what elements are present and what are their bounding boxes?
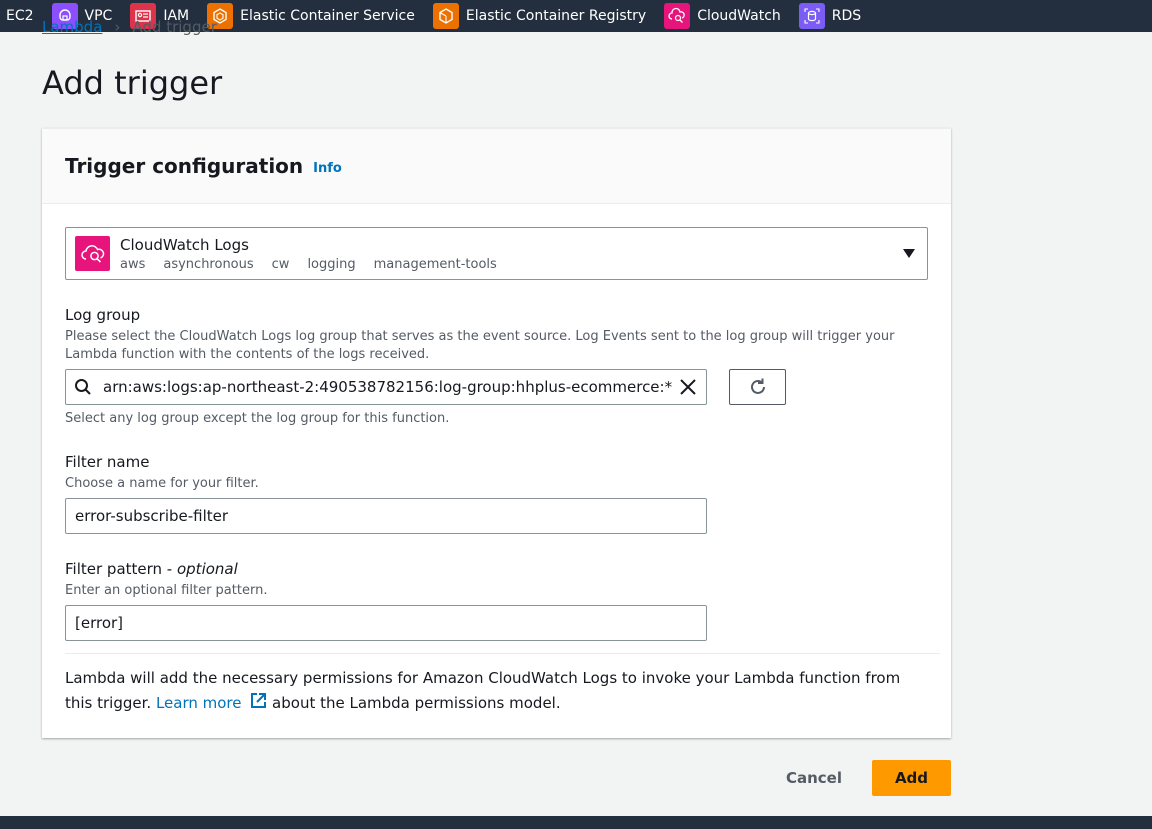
source-tag: asynchronous [163, 257, 254, 272]
favorite-label: EC2 [6, 8, 34, 24]
page-title: Add trigger [42, 64, 223, 102]
filter-name-value: error-subscribe-filter [75, 507, 229, 525]
breadcrumb: Lambda › Add trigger [42, 18, 217, 38]
log-group-description: Please select the CloudWatch Logs log gr… [65, 329, 895, 362]
source-tag: aws [120, 257, 146, 272]
trigger-source-select[interactable]: CloudWatch Logs aws asynchronous cw logg… [65, 227, 928, 280]
panel-header: Trigger configuration Info [42, 129, 951, 204]
filter-pattern-value: [error] [75, 614, 124, 632]
external-link-icon [251, 693, 267, 708]
rds-icon [798, 3, 825, 29]
log-group-hint: Select any log group except the log grou… [65, 411, 450, 426]
panel-title: Trigger configuration [65, 154, 304, 178]
log-group-label: Log group [65, 306, 141, 324]
breadcrumb-lambda-link[interactable]: Lambda [42, 18, 102, 38]
filter-pattern-input[interactable]: [error] [65, 605, 707, 641]
favorite-label: CloudWatch [697, 8, 781, 24]
favorite-ecs[interactable]: Elastic Container Service [207, 0, 415, 32]
favorite-cloudwatch[interactable]: CloudWatch [664, 0, 781, 32]
cloudwatch-icon [664, 3, 691, 29]
favorite-ecr[interactable]: Elastic Container Registry [432, 0, 647, 32]
caret-down-icon [903, 249, 915, 258]
breadcrumb-current: Add trigger [132, 18, 217, 36]
filter-name-label: Filter name [65, 453, 150, 471]
source-tag: cw [271, 257, 290, 272]
permissions-notice: Lambda will add the necessary permission… [65, 669, 901, 712]
clear-icon[interactable] [679, 378, 697, 396]
ecr-icon [432, 3, 459, 29]
source-details: CloudWatch Logs aws asynchronous cw logg… [120, 235, 497, 272]
trigger-configuration-panel: Trigger configuration Info CloudWatch Lo… [42, 128, 951, 738]
filter-name-description: Choose a name for your filter. [65, 476, 259, 491]
favorite-label: Elastic Container Service [240, 8, 415, 24]
favorite-label: Elastic Container Registry [465, 8, 647, 24]
chevron-right-icon: › [114, 18, 121, 36]
favorite-rds[interactable]: RDS [798, 0, 862, 32]
source-name: CloudWatch Logs [120, 236, 249, 254]
favorite-ec2[interactable]: EC2 [6, 0, 34, 32]
filter-pattern-label: Filter pattern - optional [65, 560, 238, 578]
source-tags: aws asynchronous cw logging management-t… [120, 257, 497, 272]
filter-name-input[interactable]: error-subscribe-filter [65, 498, 707, 534]
info-link[interactable]: Info [313, 161, 342, 176]
cloudwatch-logs-icon [75, 236, 110, 271]
source-tag: management-tools [373, 257, 497, 272]
log-group-search-input[interactable]: arn:aws:logs:ap-northeast-2:490538782156… [65, 369, 707, 405]
search-icon [74, 377, 94, 397]
log-group-value: arn:aws:logs:ap-northeast-2:490538782156… [103, 378, 673, 396]
divider [65, 653, 940, 654]
source-tag: logging [307, 257, 356, 272]
favorite-label: RDS [831, 8, 862, 24]
add-button[interactable]: Add [872, 760, 951, 796]
cancel-button[interactable]: Cancel [770, 760, 858, 796]
optional-marker: optional [176, 560, 238, 578]
learn-more-link[interactable]: Learn more [156, 694, 242, 712]
refresh-icon [750, 378, 765, 394]
footer-bar [0, 816, 1152, 829]
refresh-button[interactable] [729, 369, 786, 405]
filter-pattern-description: Enter an optional filter pattern. [65, 583, 268, 598]
